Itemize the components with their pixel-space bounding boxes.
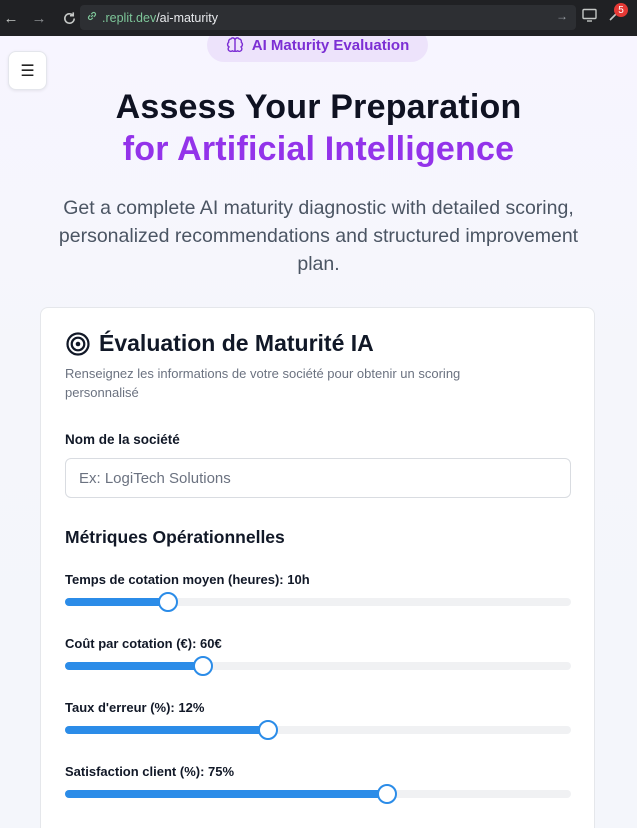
- card-title: Évaluation de Maturité IA: [99, 330, 374, 356]
- evaluation-card: Évaluation de Maturité IA Renseignez les…: [40, 307, 595, 828]
- browser-toolbar: ← → .replit.dev /ai-maturity → 5: [0, 0, 637, 36]
- page-content: ☰ AI Maturity Evaluation Assess Your Pre…: [0, 36, 637, 828]
- url-host: .replit.dev: [102, 10, 157, 25]
- target-icon: [66, 331, 90, 356]
- page-title-line1: Assess Your Preparation: [115, 88, 522, 126]
- company-name-input[interactable]: [65, 458, 571, 498]
- error-rate-label: Taux d'erreur (%): 12%: [65, 700, 205, 715]
- menu-button[interactable]: ☰: [8, 51, 47, 90]
- error-rate-slider[interactable]: [65, 720, 571, 740]
- customer-satisfaction-slider-thumb[interactable]: [376, 784, 397, 804]
- reload-icon[interactable]: [58, 7, 80, 29]
- quote-cost-slider[interactable]: [65, 656, 571, 676]
- quote-time-slider-thumb[interactable]: [157, 592, 178, 612]
- hero-badge: AI Maturity Evaluation: [207, 36, 428, 62]
- quote-time-slider[interactable]: [65, 592, 571, 612]
- operational-metrics-title: Métriques Opérationnelles: [65, 527, 285, 547]
- cast-icon[interactable]: [582, 8, 597, 25]
- error-rate-slider-thumb[interactable]: [258, 720, 279, 740]
- address-bar[interactable]: .replit.dev /ai-maturity →: [80, 5, 576, 30]
- link-icon: [86, 9, 98, 27]
- page-title-line2: for Artificial Intelligence: [122, 130, 515, 168]
- back-arrow-icon[interactable]: ←: [0, 7, 22, 29]
- page-subtitle: Get a complete AI maturity diagnostic wi…: [58, 197, 579, 275]
- company-name-label: Nom de la société: [65, 432, 180, 447]
- customer-satisfaction-label: Satisfaction client (%): 75%: [65, 764, 235, 779]
- card-header: Évaluation de Maturité IA: [65, 330, 374, 357]
- brain-icon: [226, 37, 243, 53]
- card-description: Renseignez les informations de votre soc…: [65, 366, 461, 400]
- url-path: /ai-maturity: [156, 10, 219, 25]
- hero-badge-label: AI Maturity Evaluation: [251, 36, 410, 54]
- quote-time-label: Temps de cotation moyen (heures): 10h: [65, 572, 310, 587]
- quote-cost-label: Coût par cotation (€): 60€: [65, 636, 222, 651]
- quote-cost-slider-thumb[interactable]: [193, 656, 214, 676]
- notification-badge: 5: [614, 3, 628, 17]
- hamburger-menu-icon: ☰: [20, 62, 35, 80]
- forward-arrow-icon[interactable]: →: [28, 7, 50, 29]
- send-arrow-icon[interactable]: →: [556, 9, 568, 23]
- customer-satisfaction-slider[interactable]: [65, 784, 571, 804]
